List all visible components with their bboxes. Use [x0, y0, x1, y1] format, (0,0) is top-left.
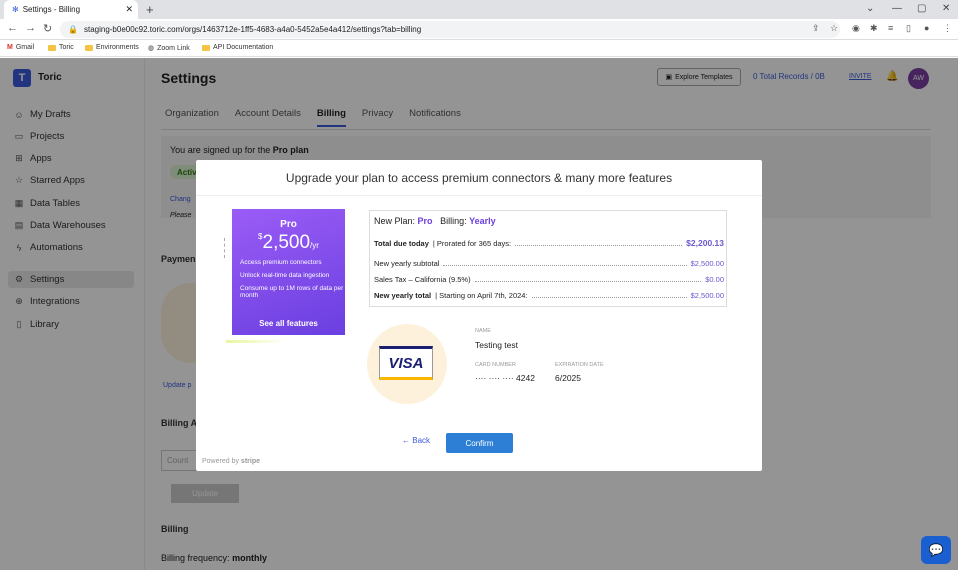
visa-icon: VISA [379, 346, 433, 380]
card-accent [226, 340, 286, 343]
total-due-row: Total due today | Prorated for 365 days:… [374, 238, 724, 248]
restore-icon[interactable]: ▢ [917, 3, 926, 14]
arrow-left-icon: ← [402, 436, 410, 445]
back-nav-icon[interactable]: ← [7, 22, 18, 34]
modal-title: Upgrade your plan to access premium conn… [196, 160, 762, 196]
close-window-icon[interactable]: ✕ [942, 3, 950, 14]
pro-plan-card: Pro $2,500/yr Access premium connectors … [232, 209, 345, 335]
upgrade-modal: Upgrade your plan to access premium conn… [196, 160, 762, 471]
tab-search-icon[interactable]: ⌄ [866, 3, 874, 14]
favicon-icon: ✻ [12, 5, 19, 14]
star-bookmark-icon[interactable]: ☆ [830, 23, 838, 34]
feature-item: Unlock real-time data ingestion [240, 271, 330, 279]
folder-icon [85, 44, 93, 51]
bookmark-zoom[interactable]: ◍ Zoom Link [148, 44, 190, 53]
forward-nav-icon[interactable]: → [25, 22, 36, 34]
carousel-divider [224, 238, 226, 258]
url-text: staging-b0e00c92.toric.com/orgs/1463712e… [83, 25, 422, 34]
new-tab-button[interactable]: + [146, 2, 154, 17]
close-tab-icon[interactable]: ✕ [125, 4, 133, 15]
card-display: VISA [367, 324, 447, 404]
tab-title: Settings - Billing [22, 5, 81, 14]
share-icon[interactable]: ⇪ [812, 23, 820, 34]
bookmark-api-docs[interactable]: API Documentation [202, 44, 273, 51]
url-input[interactable]: 🔒 staging-b0e00c92.toric.com/orgs/146371… [60, 21, 840, 38]
powered-by-stripe: Powered by stripe [202, 458, 260, 465]
reload-icon[interactable]: ↻ [43, 22, 52, 35]
card-number: ···· ···· ···· 4242 [475, 373, 535, 383]
yearly-total-row: New yearly total | Starting on April 7th… [374, 291, 724, 300]
sidepanel-icon[interactable]: ▯ [906, 23, 911, 34]
plan-line: New Plan: Pro Billing: Yearly [374, 216, 496, 226]
subtotal-row: New yearly subtotal $2,500.00 [374, 259, 724, 268]
extension-icon[interactable]: ◉ [852, 23, 860, 34]
expiration-date: 6/2025 [555, 373, 581, 383]
feature-item: Access premium connectors [240, 259, 322, 266]
chat-icon[interactable]: 💬 [921, 536, 951, 564]
expiration-label: EXPIRATION DATE [555, 362, 604, 368]
confirm-button[interactable]: Confirm [446, 433, 513, 453]
order-summary: New Plan: Pro Billing: Yearly Total due … [369, 210, 727, 307]
card-number-label: CARD NUMBER [475, 362, 516, 368]
bookmark-gmail[interactable]: M Gmail [7, 44, 34, 51]
menu-icon[interactable]: ⋮ [943, 23, 952, 34]
folder-icon [48, 44, 56, 51]
lock-icon: 🔒 [68, 25, 78, 34]
browser-tab[interactable]: ✻ Settings - Billing ✕ [4, 0, 138, 19]
minimize-icon[interactable]: — [892, 3, 902, 14]
gmail-icon: M [7, 44, 13, 51]
folder-icon [202, 44, 210, 51]
see-all-features-link[interactable]: See all features [232, 319, 345, 328]
name-label: NAME [475, 328, 491, 334]
cardholder-name: Testing test [475, 340, 518, 350]
bookmark-toric[interactable]: Toric [48, 44, 74, 51]
bookmarks-bar: M Gmail Toric Environments ◍ Zoom Link API… [0, 40, 958, 57]
browser-tab-bar: ✻ Settings - Billing ✕ + ⌄ — ▢ ✕ [0, 0, 958, 19]
plan-card-name: Pro [280, 219, 297, 230]
globe-icon: ◍ [148, 45, 155, 52]
reading-list-icon[interactable]: ≡ [888, 23, 893, 33]
plan-card-price: $2,500/yr [258, 232, 319, 253]
profile-icon[interactable]: ● [924, 23, 929, 33]
tax-row: Sales Tax – California (9.5%) $0.00 [374, 275, 724, 284]
puzzle-icon[interactable]: ✱ [870, 23, 878, 34]
back-button[interactable]: ← Back [402, 436, 430, 445]
feature-item: Consume up to 1M rows of data per month [240, 284, 344, 300]
total-due-value: $2,200.13 [686, 238, 724, 248]
bookmark-environments[interactable]: Environments [85, 44, 139, 51]
address-bar-row: ← → ↻ 🔒 staging-b0e00c92.toric.com/orgs/… [0, 19, 958, 40]
